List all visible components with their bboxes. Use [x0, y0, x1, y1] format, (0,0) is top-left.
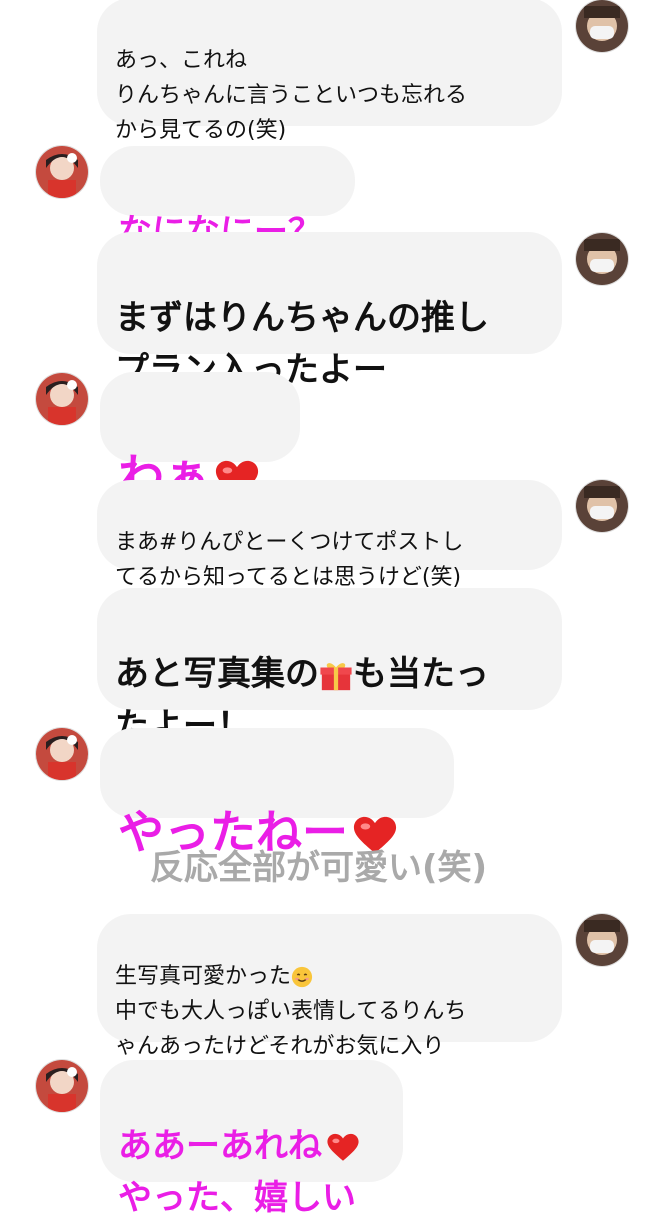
message-text: まあ#りんぴとーくつけてポストし てるから知ってるとは思うけど(笑) — [115, 530, 464, 590]
message-text: 生写真可愛かった — [115, 964, 292, 989]
avatar-left[interactable] — [36, 1060, 88, 1112]
message-text: ゃんあったけどそれがお気に入り — [115, 1034, 445, 1059]
message-text: も当たっ — [353, 654, 489, 694]
message-bubble-right: まずはりんちゃんの推し プラン入ったよー — [97, 232, 562, 390]
avatar-right[interactable] — [576, 480, 628, 532]
avatar-right[interactable] — [576, 0, 628, 52]
message-bubble-left: なになにー？ — [100, 146, 355, 252]
smile-icon — [291, 966, 313, 988]
message-bubble-left: わぁ — [100, 372, 300, 503]
gift-icon — [319, 659, 353, 693]
avatar-right[interactable] — [576, 914, 628, 966]
message-text: やった、嬉しい — [118, 1178, 356, 1218]
message-text: ああーあれね — [118, 1126, 322, 1166]
heart-icon — [326, 1131, 360, 1165]
message-bubble-right: 生写真可愛かった中でも大人っぽい表情してるりんち ゃんあったけどそれがお気に入り — [97, 914, 562, 1059]
annotation-text: 反応全部が可愛い(笑) — [150, 848, 488, 888]
avatar-right[interactable] — [576, 233, 628, 285]
message-text: 中でも大人っぽい表情してるりんち — [115, 999, 467, 1024]
message-bubble-right: あと写真集の も当たっ たよー！ — [97, 588, 562, 746]
avatar-left[interactable] — [36, 146, 88, 198]
message-bubble-right: あっ、これね りんちゃんに言うこといつも忘れる から見てるの(笑) — [97, 0, 562, 143]
message-bubble-left: ああーあれね やった、嬉しい — [100, 1060, 403, 1218]
message-text: あと写真集の — [115, 654, 319, 694]
avatar-left[interactable] — [36, 728, 88, 780]
message-bubble-left: やったねー — [100, 728, 454, 859]
message-bubble-right: まあ#りんぴとーくつけてポストし てるから知ってるとは思うけど(笑) — [97, 480, 562, 590]
message-text: あっ、これね りんちゃんに言うこといつも忘れる から見てるの(笑) — [115, 48, 468, 143]
avatar-left[interactable] — [36, 373, 88, 425]
